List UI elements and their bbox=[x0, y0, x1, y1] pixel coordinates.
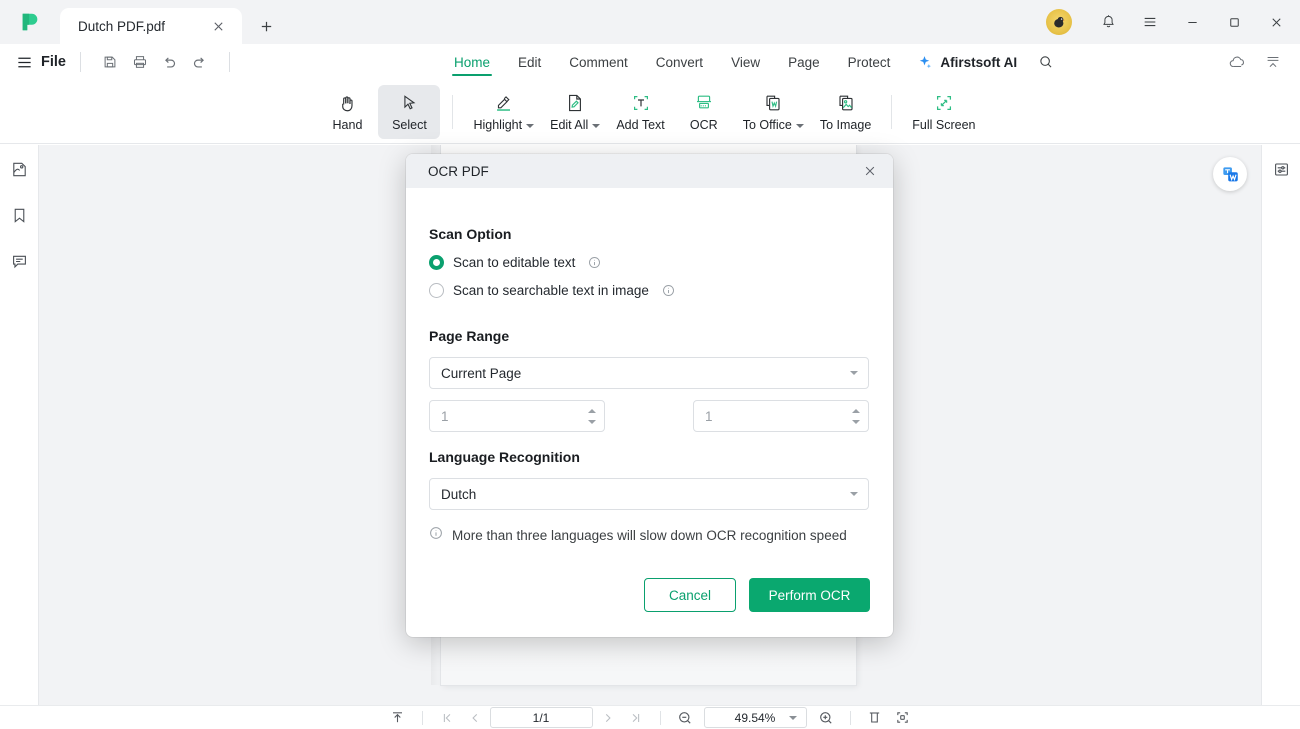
chevron-down-icon[interactable] bbox=[850, 492, 858, 496]
application-window: Dutch PDF.pdf File Home Edit Comment Con… bbox=[0, 0, 1300, 729]
dialog-header: OCR PDF bbox=[406, 154, 893, 188]
divider bbox=[659, 710, 661, 725]
dialog-title: OCR PDF bbox=[428, 163, 489, 179]
zoom-level-value: 49.54% bbox=[734, 710, 776, 725]
language-select[interactable]: Dutch bbox=[429, 478, 869, 510]
info-icon bbox=[429, 526, 443, 545]
stepper-arrows bbox=[588, 401, 596, 431]
radio-scan-editable-text[interactable]: Scan to editable text bbox=[429, 255, 851, 270]
stepper-up-icon[interactable] bbox=[588, 408, 596, 413]
page-from-stepper[interactable]: 1 bbox=[429, 400, 605, 432]
hint-text: More than three languages will slow down… bbox=[452, 528, 847, 543]
stepper-arrows bbox=[852, 401, 860, 431]
divider bbox=[421, 710, 423, 725]
divider bbox=[849, 710, 851, 725]
radio-button-unselected[interactable] bbox=[429, 283, 444, 298]
fit-width-icon[interactable] bbox=[862, 707, 888, 729]
status-bar-controls: 1/1 49.54% bbox=[385, 707, 916, 729]
dialog-actions: Cancel Perform OCR bbox=[644, 578, 870, 612]
zoom-out-icon[interactable] bbox=[672, 707, 698, 729]
page-to-value: 1 bbox=[705, 408, 713, 424]
info-icon[interactable] bbox=[662, 284, 675, 297]
radio-label: Scan to editable text bbox=[453, 255, 576, 270]
radio-scan-searchable-text[interactable]: Scan to searchable text in image bbox=[429, 283, 851, 298]
scroll-to-top-icon[interactable] bbox=[385, 707, 411, 729]
page-indicator-value: 1/1 bbox=[532, 710, 550, 725]
close-icon[interactable] bbox=[857, 158, 883, 184]
page-to-stepper[interactable]: 1 bbox=[693, 400, 869, 432]
stepper-up-icon[interactable] bbox=[852, 408, 860, 413]
language-recognition-heading: Language Recognition bbox=[429, 449, 580, 465]
modal-overlay: OCR PDF Scan Option Scan to editable tex… bbox=[0, 0, 1300, 729]
next-page-icon[interactable] bbox=[595, 707, 621, 729]
last-page-icon[interactable] bbox=[623, 707, 649, 729]
chevron-down-icon[interactable] bbox=[850, 371, 858, 375]
cancel-button[interactable]: Cancel bbox=[644, 578, 736, 612]
prev-page-icon[interactable] bbox=[462, 707, 488, 729]
page-from-value: 1 bbox=[441, 408, 449, 424]
zoom-level-select[interactable]: 49.54% bbox=[703, 707, 807, 728]
info-icon[interactable] bbox=[588, 256, 601, 269]
first-page-icon[interactable] bbox=[434, 707, 460, 729]
page-indicator-input[interactable]: 1/1 bbox=[489, 707, 593, 728]
perform-ocr-button[interactable]: Perform OCR bbox=[749, 578, 870, 612]
language-hint: More than three languages will slow down… bbox=[429, 526, 851, 545]
stepper-down-icon[interactable] bbox=[588, 419, 596, 424]
page-range-value: Current Page bbox=[441, 365, 522, 381]
radio-label: Scan to searchable text in image bbox=[453, 283, 649, 298]
page-range-heading: Page Range bbox=[429, 328, 510, 344]
language-value: Dutch bbox=[441, 486, 477, 502]
fit-page-icon[interactable] bbox=[890, 707, 916, 729]
page-range-inputs: 1 1 bbox=[429, 400, 869, 432]
zoom-in-icon[interactable] bbox=[813, 707, 839, 729]
dialog-body: Scan Option Scan to editable text Scan t… bbox=[406, 188, 893, 545]
page-range-select[interactable]: Current Page bbox=[429, 357, 869, 389]
ocr-pdf-dialog: OCR PDF Scan Option Scan to editable tex… bbox=[406, 154, 893, 637]
status-bar: 1/1 49.54% bbox=[0, 705, 1300, 729]
radio-button-selected[interactable] bbox=[429, 255, 444, 270]
chevron-down-icon[interactable] bbox=[788, 715, 797, 720]
scan-option-heading: Scan Option bbox=[429, 226, 512, 242]
stepper-down-icon[interactable] bbox=[852, 419, 860, 424]
